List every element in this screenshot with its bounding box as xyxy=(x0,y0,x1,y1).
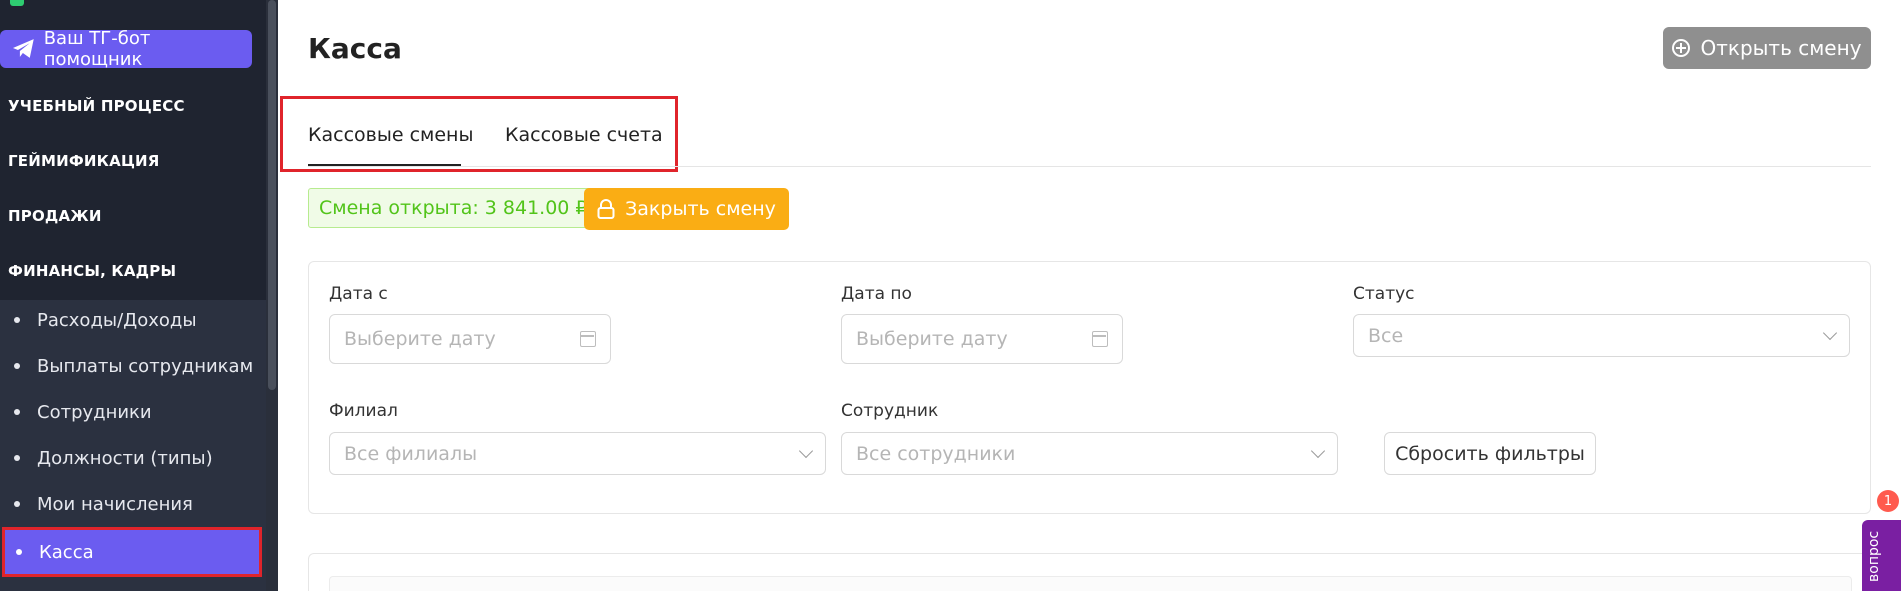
ask-question-widget[interactable]: вопрос xyxy=(1862,520,1901,591)
sidebar-section-learning[interactable]: УЧЕБНЫЙ ПРОЦЕСС xyxy=(8,97,185,115)
calendar-icon xyxy=(580,331,596,347)
status-select[interactable]: Все xyxy=(1353,314,1850,357)
close-shift-button[interactable]: Закрыть смену xyxy=(584,188,789,230)
sidebar: Ваш ТГ-бот помощник УЧЕБНЫЙ ПРОЦЕСС ГЕЙМ… xyxy=(0,0,278,591)
bullet-icon xyxy=(14,363,20,369)
date-to-label: Дата по xyxy=(841,284,912,304)
tg-bot-button[interactable]: Ваш ТГ-бот помощник xyxy=(0,28,252,70)
employee-label: Сотрудник xyxy=(841,401,939,421)
sidebar-item-label: Касса xyxy=(39,541,94,563)
sidebar-item-employees[interactable]: Сотрудники xyxy=(0,389,266,435)
ask-question-label: вопрос xyxy=(1866,530,1882,582)
main-content: Касса Открыть смену Кассовые смены Кассо… xyxy=(278,0,1901,591)
sidebar-item-label: Мои начисления xyxy=(37,493,193,515)
open-shift-button[interactable]: Открыть смену xyxy=(1663,27,1871,69)
sidebar-item-label: Расходы/Доходы xyxy=(37,309,197,331)
employee-value: Все сотрудники xyxy=(856,442,1016,465)
tab-cash-accounts[interactable]: Кассовые счета xyxy=(505,124,663,146)
page-title: Касса xyxy=(308,32,402,65)
sidebar-item-cashbox[interactable]: Касса xyxy=(2,527,262,577)
status-label: Статус xyxy=(1353,284,1415,304)
date-to-input[interactable]: Выберите дату xyxy=(841,314,1123,364)
sidebar-top-item[interactable] xyxy=(0,0,200,6)
close-shift-label: Закрыть смену xyxy=(625,198,776,220)
status-value: Все xyxy=(1368,324,1404,347)
chevron-down-icon xyxy=(1822,325,1838,341)
filter-card: Дата с Выберите дату Дата по Выберите да… xyxy=(308,261,1871,514)
app-root: Ваш ТГ-бот помощник УЧЕБНЫЙ ПРОЦЕСС ГЕЙМ… xyxy=(0,0,1901,591)
tabs-divider xyxy=(308,166,1871,167)
bullet-icon xyxy=(14,501,20,507)
lock-icon xyxy=(597,199,615,219)
chat-badge: 1 xyxy=(1877,490,1899,512)
chevron-down-icon xyxy=(1310,443,1326,459)
tg-bot-label: Ваш ТГ-бот помощник xyxy=(43,28,151,70)
sidebar-scrollbar[interactable] xyxy=(266,0,278,591)
branch-label: Филиал xyxy=(329,401,398,421)
sidebar-item-label: Выплаты сотрудникам xyxy=(37,355,254,377)
sidebar-item-my-accruals[interactable]: Мои начисления xyxy=(0,481,266,527)
open-shift-label: Открыть смену xyxy=(1700,36,1862,60)
telegram-icon xyxy=(12,39,34,58)
sidebar-item-positions[interactable]: Должности (типы) xyxy=(0,435,266,481)
branch-select[interactable]: Все филиалы xyxy=(329,432,826,475)
sidebar-section-sales[interactable]: ПРОДАЖИ xyxy=(8,207,102,225)
sidebar-section-finance[interactable]: ФИНАНСЫ, КАДРЫ xyxy=(8,262,176,280)
status-dot-icon xyxy=(10,0,24,6)
date-from-input[interactable]: Выберите дату xyxy=(329,314,611,364)
shift-status-badge: Смена открыта: 3 841.00 ₽ xyxy=(308,188,599,228)
date-from-placeholder: Выберите дату xyxy=(344,328,496,350)
bullet-icon xyxy=(14,317,20,323)
sidebar-section-gamification[interactable]: ГЕЙМИФИКАЦИЯ xyxy=(8,152,160,170)
shifts-table-card xyxy=(308,553,1871,591)
reset-filters-button[interactable]: Сбросить фильтры xyxy=(1384,432,1596,475)
branch-value: Все филиалы xyxy=(344,442,478,465)
sidebar-item-payouts[interactable]: Выплаты сотрудникам xyxy=(0,343,266,389)
sidebar-item-label: Должности (типы) xyxy=(37,447,213,469)
employee-select[interactable]: Все сотрудники xyxy=(841,432,1338,475)
tab-cash-shifts[interactable]: Кассовые смены xyxy=(308,124,473,146)
bullet-icon xyxy=(14,455,20,461)
bullet-icon xyxy=(16,549,22,555)
plus-circle-icon xyxy=(1672,39,1691,57)
shifts-table-header xyxy=(329,576,1852,591)
sidebar-item-expenses-income[interactable]: Расходы/Доходы xyxy=(0,297,266,343)
calendar-icon xyxy=(1092,331,1108,347)
scrollbar-thumb[interactable] xyxy=(268,0,276,390)
sidebar-item-label: Сотрудники xyxy=(37,401,152,423)
date-from-label: Дата с xyxy=(329,284,388,304)
bullet-icon xyxy=(14,409,20,415)
chevron-down-icon xyxy=(798,443,814,459)
date-to-placeholder: Выберите дату xyxy=(856,328,1008,350)
